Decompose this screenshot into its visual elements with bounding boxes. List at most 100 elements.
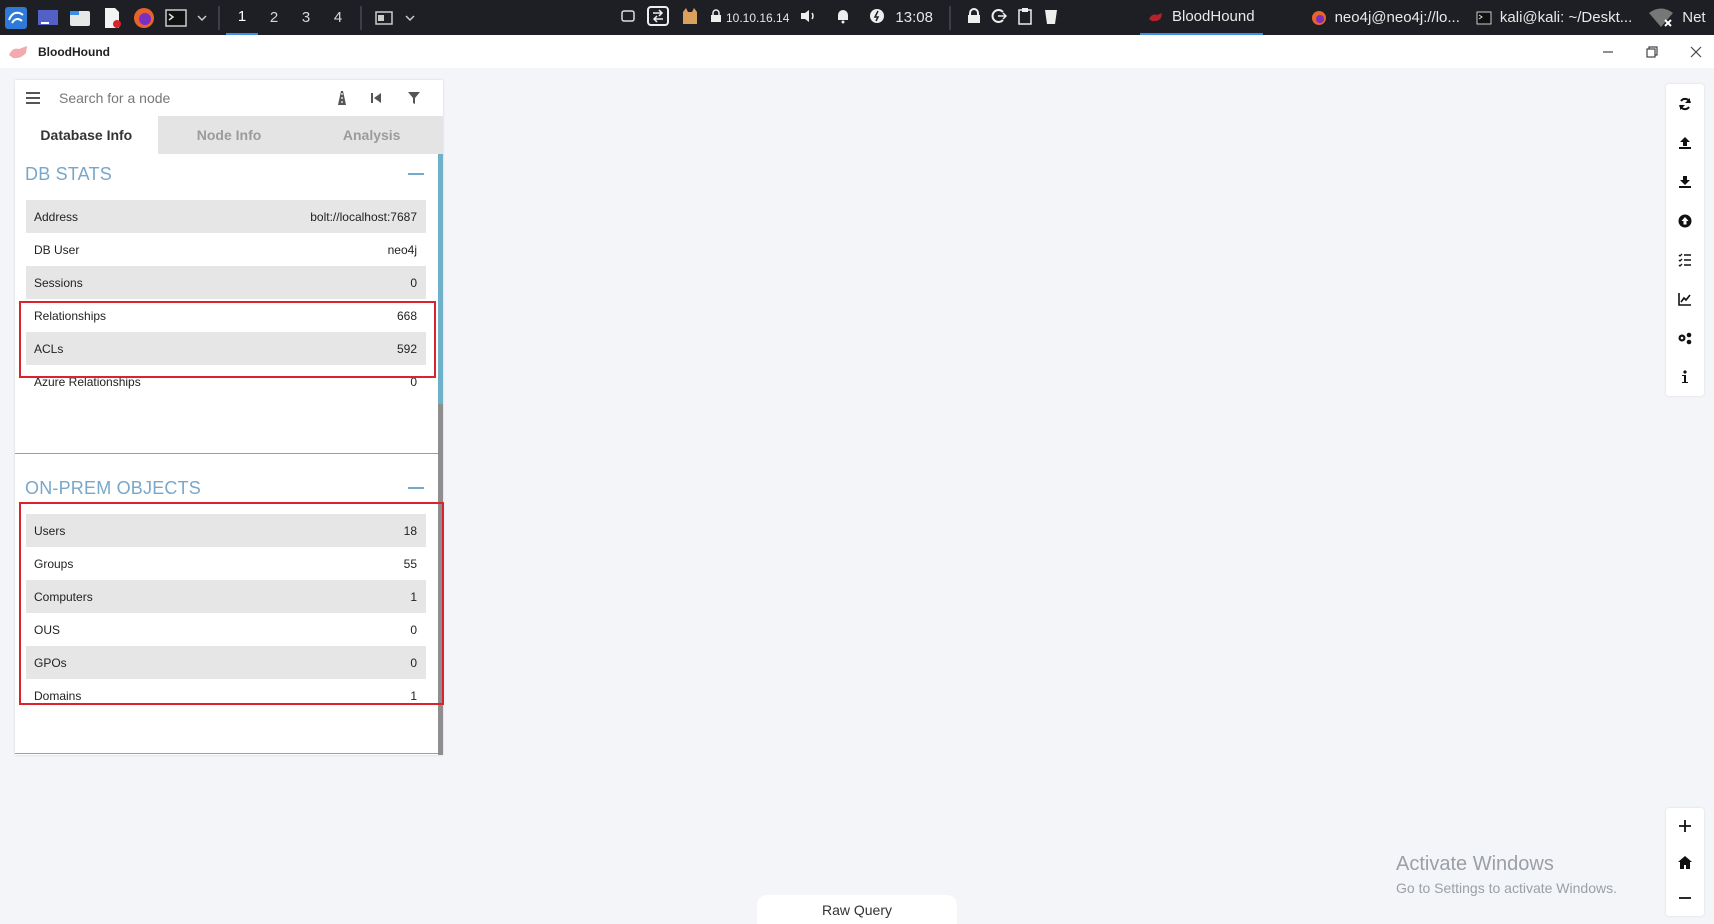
- lock-screen-icon[interactable]: [967, 8, 981, 27]
- row-label: Groups: [34, 556, 74, 571]
- watermark-subtitle: Go to Settings to activate Windows.: [1396, 880, 1617, 896]
- row-label: Computers: [34, 589, 93, 604]
- table-row: Users 18: [26, 514, 426, 547]
- task-network[interactable]: Net: [1640, 0, 1713, 35]
- kali-menu-icon[interactable]: [3, 5, 29, 31]
- table-row: Azure Relationships 0: [26, 365, 426, 398]
- vpn-switch-icon[interactable]: [646, 5, 670, 30]
- raw-query-button[interactable]: Raw Query: [757, 895, 957, 924]
- hamburger-menu-icon[interactable]: [23, 88, 43, 108]
- screenshot-icon[interactable]: [620, 8, 636, 27]
- refresh-button[interactable]: [1666, 84, 1704, 123]
- bloodhound-icon: [1149, 12, 1162, 21]
- row-value: 1: [410, 589, 417, 604]
- zoom-out-button[interactable]: [1666, 880, 1704, 916]
- section-title: DB STATS: [25, 163, 112, 184]
- row-value: 592: [396, 341, 417, 356]
- row-value: 1: [410, 688, 417, 703]
- row-label: Users: [34, 523, 66, 538]
- task-label: BloodHound: [1172, 8, 1255, 25]
- taskbar-separator: [360, 5, 362, 30]
- task-label: kali@kali: ~/Deskt...: [1499, 9, 1633, 26]
- task-firefox[interactable]: neo4j@neo4j://lo...: [1303, 0, 1468, 35]
- line-chart-icon: [1678, 292, 1691, 306]
- tab-analysis[interactable]: Analysis: [300, 116, 444, 154]
- clipboard-icon[interactable]: [1017, 7, 1033, 28]
- search-input[interactable]: [59, 90, 314, 106]
- tab-database-info[interactable]: Database Info: [15, 116, 158, 154]
- taskbar-separator: [218, 5, 220, 30]
- terminal-icon[interactable]: [163, 5, 189, 31]
- close-button[interactable]: [1688, 44, 1704, 60]
- chevron-down-icon[interactable]: [403, 5, 417, 31]
- scrollbar-thumb[interactable]: [438, 154, 443, 404]
- download-button[interactable]: [1666, 162, 1704, 201]
- row-label: Azure Relationships: [34, 374, 141, 389]
- workspace-2[interactable]: 2: [258, 0, 290, 35]
- lock-icon: [710, 9, 722, 26]
- table-row: GPOs 0: [26, 646, 426, 679]
- collapse-icon[interactable]: [408, 487, 424, 489]
- task-terminal[interactable]: kali@kali: ~/Deskt...: [1468, 0, 1640, 35]
- row-label: ACLs: [34, 341, 64, 356]
- upload-button[interactable]: [1666, 123, 1704, 162]
- scrollbar-track-lower: [438, 404, 443, 755]
- row-label: Address: [34, 209, 79, 224]
- info-icon: [1682, 369, 1688, 383]
- filter-icon[interactable]: [403, 87, 425, 109]
- firefox-icon[interactable]: [131, 5, 157, 31]
- table-row: Domains 1: [26, 679, 426, 712]
- minimize-button[interactable]: [1600, 44, 1616, 60]
- zoom-in-button[interactable]: [1666, 808, 1704, 844]
- window-icon[interactable]: [371, 5, 397, 31]
- file-manager-icon[interactable]: [67, 5, 93, 31]
- ip-address: 10.10.16.14: [726, 10, 790, 25]
- text-editor-icon[interactable]: [99, 5, 125, 31]
- side-panel: Database Info Node Info Analysis DB STAT…: [15, 80, 444, 755]
- workspace-3[interactable]: 3: [290, 0, 322, 35]
- volume-icon[interactable]: [799, 8, 817, 27]
- stats-button[interactable]: [1666, 279, 1704, 318]
- table-row: DB User neo4j: [26, 233, 426, 266]
- row-label: Relationships: [34, 308, 107, 323]
- db-stats-header[interactable]: DB STATS: [15, 154, 443, 194]
- back-icon[interactable]: [365, 87, 387, 109]
- logout-icon[interactable]: [991, 8, 1008, 27]
- onprem-objects-section: ON-PREM OBJECTS Users 18 Groups 55 Compu…: [15, 454, 443, 754]
- desktop-icon[interactable]: [35, 5, 61, 31]
- table-row: Computers 1: [26, 580, 426, 613]
- right-toolbar: [1666, 84, 1704, 396]
- power-icon[interactable]: [869, 8, 885, 27]
- about-button[interactable]: [1666, 357, 1704, 396]
- workspace-4[interactable]: 4: [322, 0, 354, 35]
- queries-button[interactable]: [1666, 240, 1704, 279]
- row-value: 0: [410, 275, 417, 290]
- reset-view-button[interactable]: [1666, 844, 1704, 880]
- cat-icon[interactable]: [680, 6, 700, 29]
- bell-icon[interactable]: [835, 8, 851, 27]
- refresh-icon: [1679, 97, 1691, 110]
- task-bloodhound[interactable]: BloodHound: [1140, 0, 1263, 35]
- workspace-1[interactable]: 1: [226, 0, 258, 35]
- row-label: Domains: [34, 688, 82, 703]
- trash-icon[interactable]: [1043, 7, 1059, 28]
- download-icon: [1679, 175, 1691, 188]
- table-row: Groups 55: [26, 547, 426, 580]
- chevron-down-icon[interactable]: [195, 5, 209, 31]
- onprem-objects-header[interactable]: ON-PREM OBJECTS: [15, 468, 443, 508]
- clock[interactable]: 13:08: [895, 9, 933, 26]
- maximize-button[interactable]: [1644, 44, 1660, 60]
- row-value: bolt://localhost:7687: [310, 209, 417, 224]
- settings-button[interactable]: [1666, 318, 1704, 357]
- scrollbar[interactable]: [438, 154, 443, 755]
- bloodhound-logo: [9, 45, 27, 58]
- row-label: DB User: [34, 242, 80, 257]
- window-titlebar: BloodHound: [0, 35, 1714, 68]
- plus-icon: [1679, 820, 1691, 832]
- collapse-icon[interactable]: [408, 173, 424, 175]
- pathfinding-icon[interactable]: [331, 87, 353, 109]
- tab-node-info[interactable]: Node Info: [157, 116, 301, 154]
- import-button[interactable]: [1666, 201, 1704, 240]
- task-list: BloodHound neo4j@neo4j://lo... kali@kali…: [1140, 0, 1714, 35]
- task-label: Net: [1682, 9, 1706, 26]
